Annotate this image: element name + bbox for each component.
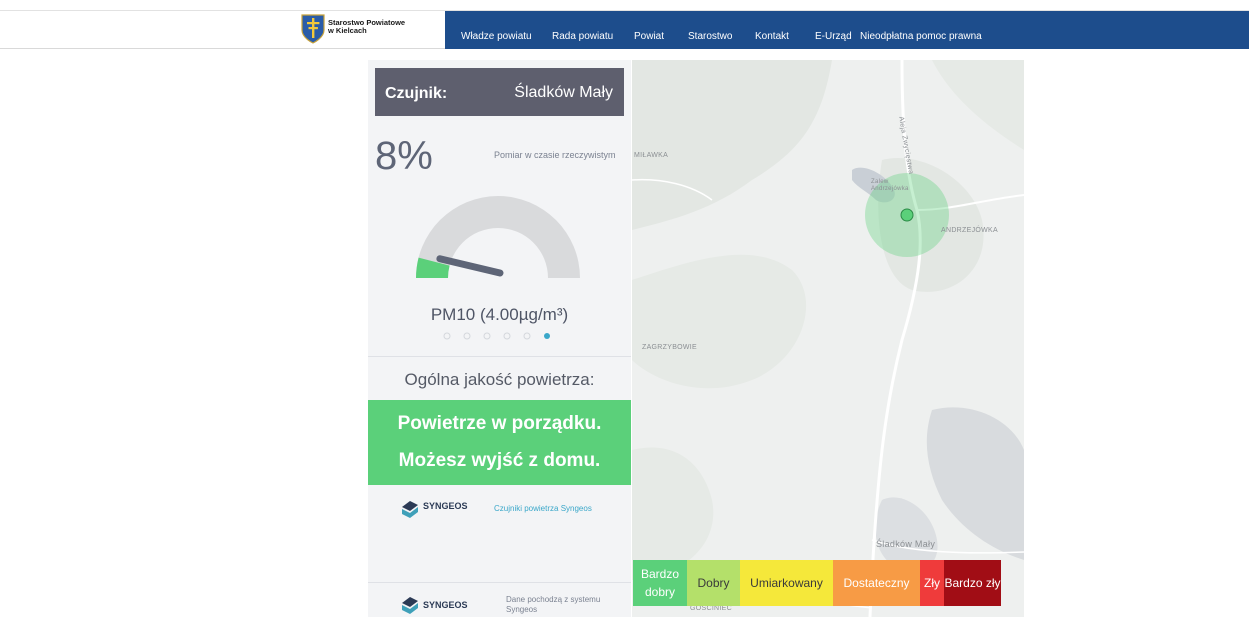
- nav-starostwo[interactable]: Starostwo: [688, 31, 732, 42]
- carousel-dot[interactable]: [503, 332, 511, 340]
- forest-area: [632, 60, 832, 230]
- quality-title: Ogólna jakość powietrza:: [404, 370, 595, 389]
- carousel-dot-active[interactable]: [544, 333, 550, 339]
- site-logo-text[interactable]: Starostwo Powiatowe w Kielcach: [328, 19, 405, 35]
- realtime-label: Pomiar w czasie rzeczywistym: [494, 150, 616, 160]
- nav-wladze-powiatu[interactable]: Władze powiatu: [461, 31, 532, 42]
- sensor-map[interactable]: MIŁAWKA Aleja Zwycięstwa Zalew Andrzejów…: [632, 60, 1024, 617]
- carousel-dots[interactable]: [442, 331, 552, 341]
- nav-nieodplatna-pomoc[interactable]: Nieodpłatna pomoc prawna: [860, 31, 982, 42]
- air-quality-legend: Bardzo dobry Dobry Umiarkowany Dostatecz…: [633, 560, 1001, 606]
- gauge-percent: 8%: [375, 134, 433, 178]
- syngeos-brand: SYNGEOS: [423, 600, 468, 610]
- map-label-andrzejowka: ANDRZEJÓWKA: [941, 227, 998, 234]
- divider: [368, 582, 631, 583]
- logo-text-line2: w Kielcach: [328, 26, 367, 35]
- legend-item-dobry: Dobry: [687, 560, 740, 606]
- sensor-marker-icon: [900, 208, 914, 222]
- quality-status-line1: Powietrze w porządku.: [397, 413, 602, 434]
- legend-item-umiarkowany: Umiarkowany: [740, 560, 833, 606]
- pm10-gauge: [416, 196, 580, 278]
- settlement-area: [926, 407, 1024, 560]
- sensor-name: Śladków Mały: [514, 84, 613, 101]
- syngeos-logo[interactable]: SYNGEOS: [400, 593, 470, 615]
- nav-e-urzad[interactable]: E-Urząd: [815, 31, 852, 42]
- map-label-sladkow: Śladków Mały: [876, 539, 936, 549]
- nav-kontakt[interactable]: Kontakt: [755, 31, 789, 42]
- carousel-dot[interactable]: [523, 332, 531, 340]
- pollutant-value: PM10 (4.00µg/m³): [430, 305, 569, 324]
- legend-item-bardzo-dobry: Bardzo dobry: [633, 560, 687, 606]
- divider: [368, 356, 631, 357]
- map-label-zalew: Zalew Andrzejówka: [871, 179, 909, 192]
- carousel-dot[interactable]: [463, 332, 471, 340]
- carousel-dot[interactable]: [483, 332, 491, 340]
- nav-powiat[interactable]: Powiat: [634, 31, 664, 42]
- carousel-dot[interactable]: [443, 332, 451, 340]
- legend-item-dostateczny: Dostateczny: [833, 560, 920, 606]
- forest-area: [632, 254, 807, 389]
- syngeos-logo[interactable]: SYNGEOS: [400, 497, 470, 519]
- nav-rada-powiatu[interactable]: Rada powiatu: [552, 31, 613, 42]
- forest-area: [932, 60, 1024, 150]
- data-source-text: Dane pochodzą z systemu Syngeos: [506, 595, 601, 614]
- quality-status-line2: Możesz wyjść z domu.: [398, 450, 601, 471]
- coat-of-arms-icon[interactable]: [300, 13, 326, 45]
- syngeos-brand: SYNGEOS: [423, 501, 468, 511]
- legend-item-bardzo-zly: Bardzo zły: [944, 560, 1001, 606]
- main-navigation: [445, 11, 1249, 49]
- syngeos-link[interactable]: Czujniki powietrza Syngeos: [494, 504, 592, 513]
- sensor-label: Czujnik:: [385, 85, 448, 102]
- map-label-milawka: MIŁAWKA: [634, 152, 669, 159]
- map-label-zagrzybowie: ZAGRZYBOWIE: [642, 344, 698, 351]
- map-label-gosciniec: GOŚCINIEC: [690, 605, 732, 612]
- legend-item-zly: Zły: [920, 560, 944, 606]
- map-canvas[interactable]: [632, 60, 1024, 617]
